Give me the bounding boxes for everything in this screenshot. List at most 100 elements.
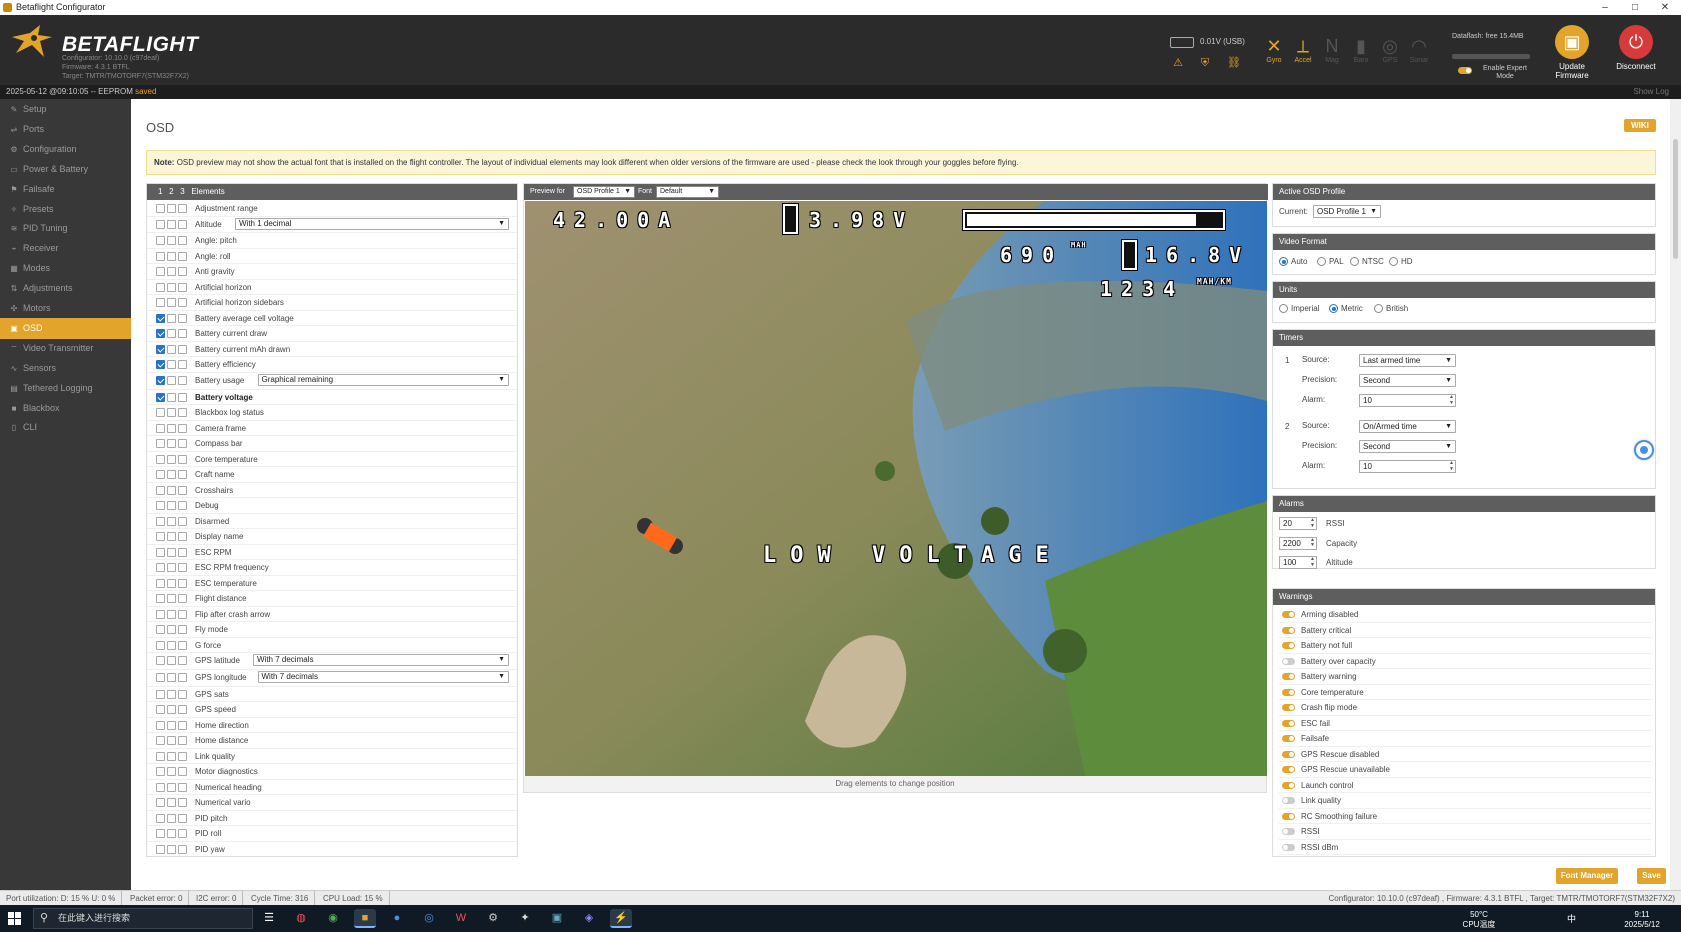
- element-checkbox-profile-3[interactable]: [178, 236, 187, 246]
- element-checkbox-profile-3[interactable]: [178, 485, 187, 495]
- element-checkbox-profile-3[interactable]: [178, 360, 187, 370]
- element-checkbox-profile-3[interactable]: [178, 813, 187, 823]
- element-checkbox-profile-1[interactable]: [156, 656, 165, 666]
- radio-metric[interactable]: [1329, 304, 1338, 313]
- warning-toggle[interactable]: [1282, 797, 1295, 804]
- element-checkbox-profile-1[interactable]: [156, 689, 165, 699]
- element-checkbox-profile-1[interactable]: [156, 547, 165, 557]
- osd-battery-usage-bar[interactable]: [963, 210, 1225, 230]
- close-button[interactable]: ✕: [1651, 0, 1679, 15]
- element-checkbox-profile-3[interactable]: [178, 392, 187, 402]
- sidebar-item-adjustments[interactable]: ⇅ Adjustments: [0, 278, 131, 299]
- preview-profile-select[interactable]: OSD Profile 1 ▼: [573, 186, 635, 198]
- element-checkbox-profile-1[interactable]: [156, 578, 165, 588]
- sidebar-item-modes[interactable]: ▦ Modes: [0, 258, 131, 279]
- radio-auto[interactable]: [1279, 257, 1288, 266]
- element-checkbox-profile-3[interactable]: [178, 219, 187, 229]
- warning-toggle[interactable]: [1282, 626, 1295, 634]
- ime-indicator[interactable]: 中: [1567, 914, 1576, 924]
- current-profile-select[interactable]: OSD Profile 1 ▼: [1313, 205, 1381, 218]
- element-checkbox-profile-2[interactable]: [167, 282, 176, 292]
- element-checkbox-profile-2[interactable]: [167, 298, 176, 308]
- element-checkbox-profile-1[interactable]: [156, 282, 165, 292]
- warning-toggle[interactable]: [1282, 750, 1295, 758]
- sidebar-item-video-transmitter[interactable]: ⌔ Video Transmitter: [0, 338, 131, 359]
- element-checkbox-profile-3[interactable]: [178, 844, 187, 854]
- element-checkbox-profile-2[interactable]: [167, 219, 176, 229]
- element-checkbox-profile-3[interactable]: [178, 282, 187, 292]
- element-checkbox-profile-3[interactable]: [178, 313, 187, 323]
- element-checkbox-profile-1[interactable]: [156, 844, 165, 854]
- element-checkbox-profile-3[interactable]: [178, 640, 187, 650]
- warning-toggle[interactable]: [1282, 657, 1295, 665]
- osd-avg-cell-voltage[interactable]: 3.98V: [809, 208, 914, 232]
- disconnect-button[interactable]: ⏻ Disconnect: [1608, 25, 1664, 71]
- app-icon-6[interactable]: ▣: [546, 909, 568, 928]
- element-checkbox-profile-3[interactable]: [178, 829, 187, 839]
- sidebar-item-motors[interactable]: ✣ Motors: [0, 298, 131, 319]
- warning-toggle[interactable]: [1282, 812, 1295, 820]
- element-variant-select[interactable]: Graphical remaining ▼: [257, 373, 509, 386]
- element-checkbox-profile-1[interactable]: [156, 392, 165, 402]
- element-checkbox-profile-2[interactable]: [167, 782, 176, 792]
- element-checkbox-profile-3[interactable]: [178, 594, 187, 604]
- element-checkbox-profile-3[interactable]: [178, 672, 187, 682]
- element-checkbox-profile-2[interactable]: [167, 485, 176, 495]
- element-checkbox-profile-3[interactable]: [178, 751, 187, 761]
- element-checkbox-profile-1[interactable]: [156, 625, 165, 635]
- element-checkbox-profile-1[interactable]: [156, 516, 165, 526]
- element-checkbox-profile-2[interactable]: [167, 470, 176, 480]
- element-checkbox-profile-3[interactable]: [178, 767, 187, 777]
- osd-preview-image[interactable]: 42.00A 3.98V 690 MAH 16.8V 1234 MAH/KM L…: [525, 201, 1267, 776]
- windows-start-icon[interactable]: [8, 912, 21, 925]
- wiki-button[interactable]: WIKI: [1624, 119, 1656, 132]
- page-scrollbar[interactable]: [1670, 99, 1681, 890]
- element-checkbox-profile-1[interactable]: [156, 251, 165, 261]
- element-checkbox-profile-2[interactable]: [167, 204, 176, 213]
- element-checkbox-profile-1[interactable]: [156, 329, 165, 339]
- element-checkbox-profile-3[interactable]: [178, 798, 187, 808]
- osd-efficiency[interactable]: 1234: [1100, 277, 1184, 301]
- element-checkbox-profile-2[interactable]: [167, 547, 176, 557]
- sidebar-item-setup[interactable]: ✎ Setup: [0, 99, 131, 120]
- element-checkbox-profile-1[interactable]: [156, 344, 165, 354]
- warning-toggle[interactable]: [1282, 828, 1295, 835]
- element-checkbox-profile-1[interactable]: [156, 439, 165, 449]
- radio-hd[interactable]: [1389, 257, 1398, 266]
- warning-toggle[interactable]: [1282, 781, 1295, 789]
- element-checkbox-profile-1[interactable]: [156, 594, 165, 604]
- warning-toggle[interactable]: [1282, 766, 1295, 773]
- taskbar-search[interactable]: ⚲ 在此键入进行搜索: [33, 908, 253, 929]
- element-checkbox-profile-2[interactable]: [167, 344, 176, 354]
- element-checkbox-profile-3[interactable]: [178, 625, 187, 635]
- element-checkbox-profile-3[interactable]: [178, 782, 187, 792]
- sidebar-item-receiver[interactable]: ⌁ Receiver: [0, 238, 131, 259]
- element-checkbox-profile-1[interactable]: [156, 485, 165, 495]
- alarm-altitude-input[interactable]: 100 ▲ ▼: [1279, 556, 1317, 569]
- element-checkbox-profile-2[interactable]: [167, 454, 176, 464]
- sidebar-item-blackbox[interactable]: ■ Blackbox: [0, 398, 131, 419]
- font-select[interactable]: Default ▼: [656, 186, 719, 198]
- element-checkbox-profile-3[interactable]: [178, 439, 187, 449]
- warning-toggle[interactable]: [1282, 704, 1295, 711]
- element-checkbox-profile-3[interactable]: [178, 204, 187, 213]
- app-icon-1[interactable]: ◍: [290, 909, 312, 928]
- element-checkbox-profile-2[interactable]: [167, 392, 176, 402]
- chat-widget-icon[interactable]: [1634, 440, 1654, 460]
- element-checkbox-profile-2[interactable]: [167, 844, 176, 854]
- sidebar-item-power-battery[interactable]: ▭ Power & Battery: [0, 159, 131, 180]
- warning-toggle[interactable]: [1282, 642, 1295, 649]
- element-checkbox-profile-1[interactable]: [156, 672, 165, 682]
- element-checkbox-profile-1[interactable]: [156, 360, 165, 370]
- warning-toggle[interactable]: [1282, 611, 1295, 618]
- warning-toggle[interactable]: [1282, 735, 1295, 742]
- element-checkbox-profile-2[interactable]: [167, 532, 176, 542]
- element-checkbox-profile-3[interactable]: [178, 656, 187, 666]
- element-checkbox-profile-2[interactable]: [167, 689, 176, 699]
- element-checkbox-profile-2[interactable]: [167, 375, 176, 385]
- element-checkbox-profile-3[interactable]: [178, 251, 187, 261]
- element-checkbox-profile-2[interactable]: [167, 720, 176, 730]
- element-checkbox-profile-1[interactable]: [156, 236, 165, 246]
- element-checkbox-profile-1[interactable]: [156, 313, 165, 323]
- sidebar-item-sensors[interactable]: ∿ Sensors: [0, 358, 131, 379]
